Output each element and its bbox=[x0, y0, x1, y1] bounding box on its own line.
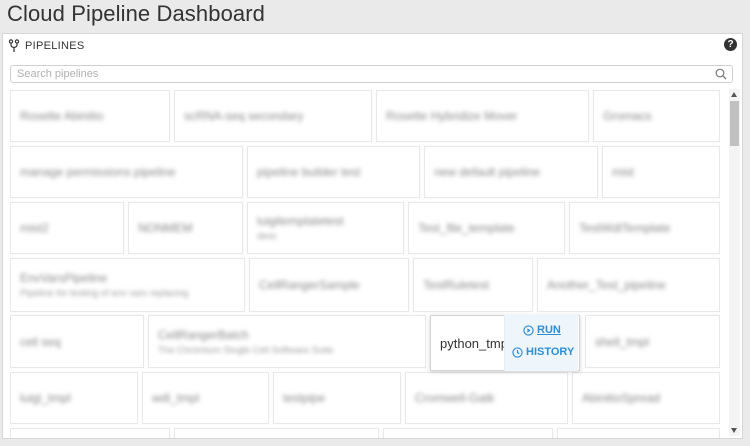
pipeline-name: mist bbox=[612, 165, 634, 179]
pipeline-card[interactable]: Test_file_template bbox=[408, 202, 565, 254]
pipeline-card[interactable]: testpipe bbox=[273, 372, 401, 424]
pipeline-card[interactable]: AbinitioSpread bbox=[572, 372, 720, 424]
pipeline-card[interactable]: TestRuletest bbox=[413, 258, 533, 312]
run-label: RUN bbox=[537, 324, 561, 336]
pipeline-card[interactable]: mist2 bbox=[10, 202, 124, 254]
pipeline-actions: RUN HISTORY bbox=[504, 315, 578, 371]
pipeline-name: Cromwell-Gatk bbox=[415, 391, 495, 405]
panel-title: PIPELINES bbox=[25, 40, 85, 52]
pipeline-card[interactable]: scRNA-seq secondary bbox=[174, 90, 372, 142]
pipeline-card[interactable]: Cromwell-Gatk bbox=[405, 372, 568, 424]
pipeline-card[interactable]: CellRangerSample bbox=[249, 258, 409, 312]
scrollbar[interactable] bbox=[729, 89, 740, 436]
pipeline-name: pipeline builder test bbox=[257, 165, 361, 179]
pipeline-card[interactable]: Rosette Abinitio bbox=[10, 90, 170, 142]
pipeline-name: luigi_tmpl bbox=[20, 391, 71, 405]
pipeline-name: cell seq bbox=[20, 334, 61, 349]
pipeline-card-partial[interactable] bbox=[174, 428, 379, 438]
pipeline-name: EnvVarsPipeline bbox=[20, 271, 108, 285]
history-button[interactable]: HISTORY bbox=[512, 346, 574, 358]
pipeline-card[interactable]: Rosette Hybridize Mover bbox=[376, 90, 589, 142]
pipeline-card[interactable]: luigi_tmpl bbox=[10, 372, 138, 424]
pipeline-card[interactable]: CellRangerBatch The Chromium Single Cell … bbox=[148, 315, 426, 368]
pipeline-name: luigitemplatetest bbox=[257, 214, 344, 228]
pipeline-name: shell_tmpl bbox=[595, 334, 650, 349]
pipeline-card-partial[interactable] bbox=[10, 428, 170, 438]
panel-header: PIPELINES ? bbox=[3, 34, 742, 62]
search-icon[interactable] bbox=[715, 68, 727, 80]
pipeline-name: testpipe bbox=[283, 391, 326, 405]
pipeline-card[interactable]: cell seq bbox=[10, 315, 144, 368]
pipeline-name: TestWdlTemplate bbox=[579, 221, 671, 235]
pipeline-description: Pipeline for testing of env vars replaci… bbox=[20, 288, 189, 299]
app-title: Cloud Pipeline Dashboard bbox=[7, 1, 266, 26]
pipeline-card[interactable]: new default pipeline bbox=[424, 146, 598, 198]
pipeline-card[interactable]: manage permissions pipeline bbox=[10, 146, 243, 198]
pipeline-name: Another_Test_pipeline bbox=[547, 278, 666, 292]
pipeline-name: manage permissions pipeline bbox=[20, 165, 176, 179]
pipeline-card[interactable]: Gromacs bbox=[593, 90, 720, 142]
history-icon bbox=[512, 346, 523, 358]
pipeline-name: AbinitioSpread bbox=[582, 391, 661, 405]
history-label: HISTORY bbox=[526, 346, 575, 358]
pipeline-card[interactable]: luigitemplatetest desc bbox=[247, 202, 404, 254]
pipeline-card-partial[interactable] bbox=[557, 428, 720, 438]
pipeline-card[interactable]: mist bbox=[602, 146, 720, 198]
pipeline-card[interactable]: pipeline builder test bbox=[247, 146, 420, 198]
search-input[interactable] bbox=[10, 65, 733, 83]
pipeline-name: NONMEM bbox=[138, 221, 193, 235]
question-circle-icon[interactable]: ? bbox=[724, 38, 737, 51]
run-button[interactable]: RUN bbox=[523, 324, 561, 336]
pipeline-name: scRNA-seq secondary bbox=[184, 109, 304, 123]
scroll-down-arrow-icon[interactable] bbox=[731, 428, 737, 433]
pipeline-name: wdl_tmpl bbox=[152, 391, 200, 405]
pipeline-name: TestRuletest bbox=[423, 278, 490, 292]
pipeline-name: CellRangerBatch bbox=[158, 327, 249, 342]
pipeline-name: mist2 bbox=[20, 221, 49, 235]
pipelines-panel: PIPELINES ? Rosette Abinitio scRNA-seq se… bbox=[2, 33, 743, 439]
pipeline-card[interactable]: wdl_tmpl bbox=[142, 372, 269, 424]
pipeline-name: CellRangerSample bbox=[259, 278, 360, 292]
pipeline-name: Test_file_template bbox=[418, 221, 515, 235]
pipeline-name: Rosette Abinitio bbox=[20, 109, 104, 123]
play-circle-icon bbox=[523, 324, 534, 336]
pipeline-name: new default pipeline bbox=[434, 165, 541, 179]
fork-icon bbox=[8, 39, 20, 52]
pipeline-card[interactable]: TestWdlTemplate bbox=[569, 202, 720, 254]
pipeline-card[interactable]: NONMEM bbox=[128, 202, 243, 254]
pipeline-name: Gromacs bbox=[603, 109, 652, 123]
scroll-up-arrow-icon[interactable] bbox=[731, 92, 737, 97]
pipelines-grid: Rosette Abinitio scRNA-seq secondary Roset… bbox=[10, 90, 720, 438]
pipeline-card[interactable]: shell_tmpl bbox=[585, 315, 720, 368]
pipeline-description: The Chromium Single Cell Software Suite bbox=[158, 344, 334, 356]
pipeline-name: Rosette Hybridize Mover bbox=[386, 109, 518, 123]
scrollbar-thumb[interactable] bbox=[730, 101, 739, 146]
pipeline-description: desc bbox=[257, 231, 278, 242]
pipeline-card-partial[interactable] bbox=[383, 428, 553, 438]
pipeline-card[interactable]: EnvVarsPipeline Pipeline for testing of e… bbox=[10, 258, 245, 312]
pipeline-card[interactable]: Another_Test_pipeline bbox=[537, 258, 720, 312]
